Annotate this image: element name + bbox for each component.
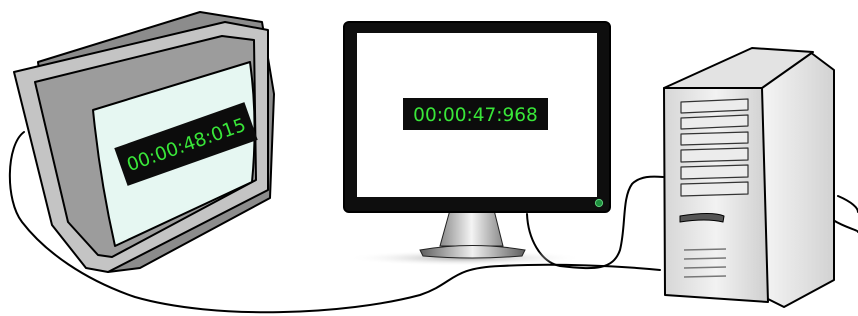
lcd-stand-neck [439, 209, 504, 247]
drive-bay [680, 131, 749, 146]
tower-vent-line [683, 248, 727, 251]
tower-vent-line [683, 266, 727, 269]
drive-bay [680, 114, 749, 130]
lcd-monitor-icon [343, 21, 611, 266]
drive-bay [680, 164, 749, 180]
tower-vent-line [683, 257, 727, 260]
tower-rear-cable [832, 195, 858, 233]
illustration-scene: 00:00:48:015 00:00:47:968 [0, 0, 858, 316]
drive-bay [680, 98, 749, 114]
tower-vent-line [683, 275, 727, 278]
lcd-timer: 00:00:47:968 [403, 98, 548, 130]
lcd-timer-text: 00:00:47:968 [413, 105, 538, 126]
power-led-icon [594, 198, 604, 208]
drive-bay [680, 147, 749, 163]
tower-side-panel [759, 51, 835, 308]
lcd-stand-base [419, 245, 526, 259]
desktop-tower-icon [663, 47, 835, 308]
illustration-canvas: 00:00:48:015 00:00:47:968 [8, 11, 858, 314]
drive-bay [680, 181, 749, 197]
